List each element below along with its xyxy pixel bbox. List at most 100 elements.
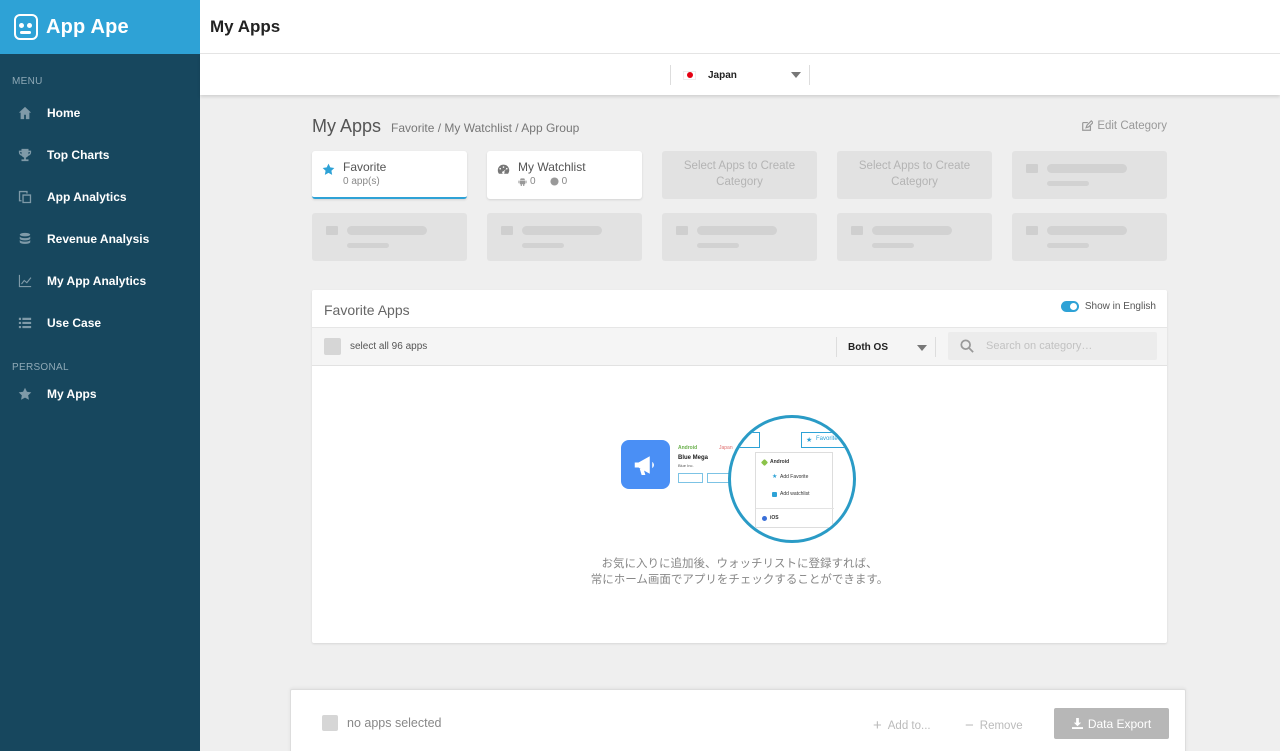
minus-icon: − — [965, 717, 974, 734]
category-count: 0 app(s) — [343, 176, 380, 187]
watchlist-counts: 0 0 — [518, 176, 581, 187]
app-store-icon — [550, 177, 559, 186]
sidebar-item-label: My App Analytics — [47, 274, 147, 288]
section-header: My Apps Favorite / My Watchlist / App Gr… — [312, 116, 1167, 138]
category-card-empty: Select Apps to Create Category — [837, 151, 992, 199]
sidebar-item-label: Revenue Analysis — [47, 232, 150, 246]
placeholder-bar — [347, 243, 389, 248]
search-input[interactable] — [986, 340, 1146, 352]
illustration-android-label: Android — [678, 445, 698, 451]
dashboard-icon — [497, 164, 510, 174]
illustration-app-name: Blue Mega — [678, 455, 709, 461]
category-card-placeholder — [1012, 213, 1167, 261]
star-icon — [322, 163, 335, 175]
category-card-placeholder — [662, 213, 817, 261]
placeholder-bar — [1047, 243, 1089, 248]
section-title: My Apps — [312, 116, 382, 136]
chevron-down-icon — [917, 345, 927, 351]
category-card-empty: Select Apps to Create Category — [662, 151, 817, 199]
edit-category-link[interactable]: Edit Category — [1081, 120, 1167, 132]
sidebar-item-my-app-analytics[interactable]: My App Analytics — [0, 260, 200, 302]
folder-icon — [1026, 164, 1038, 173]
country-name: Japan — [708, 69, 737, 81]
android-icon — [760, 458, 769, 466]
folder-icon — [1026, 226, 1038, 235]
sidebar-item-use-case[interactable]: Use Case — [0, 302, 200, 344]
select-all-checkbox[interactable] — [324, 338, 341, 355]
brand-logo[interactable]: App Ape — [0, 0, 200, 54]
country-bar: Japan — [200, 54, 1280, 95]
placeholder-bar — [1047, 226, 1127, 235]
home-icon — [18, 106, 32, 120]
category-title: My Watchlist — [518, 160, 586, 174]
select-apps-prompt: Select Apps to Create Category — [683, 160, 796, 188]
sidebar-item-home[interactable]: Home — [0, 92, 200, 134]
placeholder-bar — [522, 243, 564, 248]
sidebar-item-label: App Analytics — [47, 190, 127, 204]
star-icon: ★ — [772, 473, 778, 480]
select-all-label: select all 96 apps — [350, 341, 428, 352]
database-icon — [18, 232, 32, 246]
category-card-favorite[interactable]: Favorite 0 app(s) — [312, 151, 467, 199]
add-to-button[interactable]: + Add to... — [873, 717, 931, 734]
selection-checkbox[interactable] — [322, 715, 338, 731]
sidebar: App Ape MENU Home Top Charts App Analyti… — [0, 0, 200, 751]
plus-icon: + — [873, 717, 882, 734]
sidebar-item-top-charts[interactable]: Top Charts — [0, 134, 200, 176]
category-card-placeholder — [837, 213, 992, 261]
illustration-prev-button — [731, 432, 760, 448]
os-filter-select[interactable]: Both OS — [836, 337, 936, 357]
category-card-placeholder — [1012, 151, 1167, 199]
favorite-apps-panel: Favorite Apps Show in English select all… — [312, 290, 1167, 643]
line-chart-icon — [18, 274, 32, 288]
placeholder-bar — [872, 226, 952, 235]
folder-icon — [676, 226, 688, 235]
star-icon — [18, 387, 32, 401]
ape-logo-icon — [14, 14, 38, 40]
illustration-favorite-dropdown: ★ Favorite — [801, 432, 853, 448]
illustration-add-favorite: ★ Add Favorite — [772, 473, 809, 481]
trophy-icon — [18, 148, 32, 162]
folder-icon — [851, 226, 863, 235]
top-header: My Apps — [200, 0, 1280, 54]
magnifier-circle: ★ Favorite Android ★ Add Favorite Add watc… — [728, 415, 856, 543]
illustration-menu-android: Android — [760, 458, 789, 466]
japan-flag-icon — [683, 70, 696, 80]
category-card-watchlist[interactable]: My Watchlist 0 0 — [487, 151, 642, 199]
sidebar-item-label: Top Charts — [47, 148, 110, 162]
breadcrumb: Favorite / My Watchlist / App Group — [391, 121, 580, 135]
placeholder-bar — [697, 226, 777, 235]
placeholder-bar — [697, 243, 739, 248]
sidebar-item-label: Home — [47, 106, 81, 120]
panel-title: Favorite Apps — [324, 302, 410, 318]
download-icon — [1071, 718, 1083, 729]
copy-icon — [18, 190, 32, 204]
select-apps-prompt: Select Apps to Create Category — [858, 160, 971, 188]
illustration-add-watchlist: Add watchlist — [772, 491, 809, 497]
illustration-menu-ios: iOS — [762, 515, 779, 521]
sidebar-item-my-apps[interactable]: My Apps — [0, 382, 200, 406]
empty-state-message: お気に入りに追加後、ウォッチリストに登録すれば、 常にホーム画面でアプリをチェッ… — [590, 558, 889, 586]
sidebar-item-revenue-analysis[interactable]: Revenue Analysis — [0, 218, 200, 260]
search-icon — [960, 339, 974, 353]
android-icon — [518, 178, 527, 186]
placeholder-bar — [1047, 164, 1127, 173]
sidebar-item-app-analytics[interactable]: App Analytics — [0, 176, 200, 218]
filter-bar: select all 96 apps Both OS — [312, 327, 1167, 366]
show-in-english-toggle[interactable]: Show in English — [1060, 301, 1156, 312]
data-export-button[interactable]: Data Export — [1054, 708, 1169, 739]
sidebar-item-label: My Apps — [47, 387, 97, 401]
illustration-button — [678, 473, 703, 483]
category-search[interactable] — [948, 332, 1157, 360]
placeholder-bar — [872, 243, 914, 248]
sidebar-item-label: Use Case — [47, 316, 102, 330]
list-icon — [18, 316, 32, 330]
folder-icon — [326, 226, 338, 235]
country-select[interactable]: Japan — [670, 65, 810, 85]
placeholder-bar — [1047, 181, 1089, 186]
category-card-placeholder — [487, 213, 642, 261]
app-store-icon — [762, 515, 767, 521]
placeholder-bar — [522, 226, 602, 235]
toggle-switch[interactable] — [1060, 301, 1079, 312]
remove-button[interactable]: − Remove — [965, 717, 1023, 734]
